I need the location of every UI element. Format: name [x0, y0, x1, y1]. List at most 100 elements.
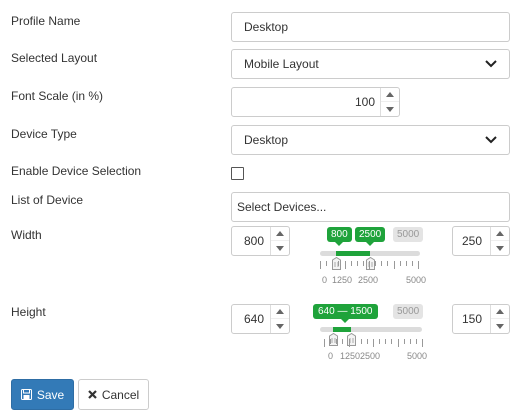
slider-tick — [418, 261, 419, 269]
arrow-up-icon — [496, 231, 504, 236]
list-of-device-input[interactable]: Select Devices... — [231, 192, 510, 222]
selected-layout-value: Mobile Layout — [244, 57, 319, 71]
width-max-tag: 5000 — [393, 227, 424, 242]
height-slider-fill — [333, 327, 351, 332]
slider-tick — [342, 339, 344, 344]
slider-tick — [336, 339, 338, 344]
slider-tick — [409, 339, 411, 344]
chevron-down-icon — [485, 50, 497, 78]
decrement-button[interactable] — [271, 241, 289, 255]
slider-tick — [369, 261, 370, 269]
slider-tick — [415, 339, 417, 344]
slider-tick — [354, 339, 356, 344]
slider-tick — [324, 339, 325, 347]
save-label: Save — [36, 387, 65, 402]
slider-tick — [350, 261, 352, 266]
width-high-tag: 2500 — [355, 227, 386, 246]
slider-tick — [332, 261, 334, 266]
slider-tick — [422, 339, 423, 347]
increment-button[interactable] — [271, 227, 289, 241]
height-max-tag: 5000 — [393, 304, 424, 319]
increment-button[interactable] — [491, 305, 509, 319]
height-scale-label: 5000 — [407, 351, 428, 361]
close-icon — [88, 390, 97, 399]
decrement-button[interactable] — [491, 241, 509, 255]
selected-layout-select[interactable]: Mobile Layout — [231, 49, 510, 79]
width-low-tag: 800 — [327, 227, 352, 246]
slider-tick — [362, 261, 364, 266]
slider-tick — [399, 261, 401, 266]
slider-tick — [330, 339, 332, 344]
device-type-value: Desktop — [244, 133, 289, 147]
width-scale-label: 0 — [322, 275, 328, 285]
height-slider-ticks — [324, 339, 426, 347]
arrow-down-icon — [386, 106, 394, 112]
width-slider-ticks — [320, 261, 420, 269]
slider-tick — [411, 261, 413, 266]
arrow-down-icon — [276, 245, 284, 251]
decrement-button[interactable] — [491, 319, 509, 333]
slider-tick — [360, 339, 362, 344]
slider-tick — [379, 339, 381, 344]
slider-tick — [356, 261, 358, 266]
slider-tick — [338, 261, 340, 266]
slider-tick — [391, 339, 393, 344]
width-max-value: 250 — [462, 234, 483, 248]
width-min-stepper[interactable]: 800 — [231, 226, 290, 256]
cancel-button[interactable]: Cancel — [78, 379, 149, 410]
width-scale-label: 5000 — [406, 275, 427, 285]
height-range-tag: 640 — 1500 — [313, 304, 378, 323]
slider-tick — [320, 261, 321, 269]
profile-name-input[interactable]: Desktop — [231, 12, 510, 42]
device-type-label: Device Type — [11, 127, 77, 141]
chevron-down-icon — [485, 126, 497, 154]
decrement-button[interactable] — [271, 319, 289, 333]
arrow-down-icon — [276, 323, 284, 329]
width-slider-track[interactable] — [320, 251, 420, 256]
height-max-value: 150 — [462, 312, 483, 326]
slider-tick — [326, 261, 328, 266]
height-scale-label: 1250 — [340, 351, 361, 361]
enable-device-selection-label: Enable Device Selection — [11, 164, 142, 178]
width-slider-fill — [336, 251, 370, 256]
slider-tick — [373, 339, 374, 347]
increment-button[interactable] — [271, 305, 289, 319]
height-min-stepper[interactable]: 640 — [231, 304, 290, 334]
floppy-disk-icon — [20, 389, 32, 400]
decrement-button[interactable] — [381, 102, 399, 116]
arrow-down-icon — [496, 245, 504, 251]
slider-tick — [348, 339, 350, 347]
font-scale-stepper[interactable]: 100 — [231, 87, 400, 117]
increment-button[interactable] — [381, 88, 399, 102]
arrow-down-icon — [496, 323, 504, 329]
width-label: Width — [11, 228, 42, 242]
width-min-value: 800 — [244, 234, 265, 248]
arrow-up-icon — [386, 92, 394, 97]
width-range-slider[interactable]: 800 2500 5000 0 1250 2500 5000 — [320, 226, 427, 286]
slider-tick — [375, 261, 377, 266]
width-scale-label: 2500 — [358, 275, 379, 285]
profile-name-label: Profile Name — [11, 14, 81, 28]
height-scale-label: 0 — [328, 351, 334, 361]
enable-device-selection-checkbox[interactable] — [231, 167, 244, 180]
height-min-value: 640 — [244, 312, 265, 326]
cancel-label: Cancel — [101, 387, 140, 402]
font-scale-label: Font Scale (in %) — [11, 89, 104, 103]
arrow-up-icon — [276, 231, 284, 236]
slider-tick — [344, 261, 346, 269]
width-max-stepper[interactable]: 250 — [452, 226, 510, 256]
increment-button[interactable] — [491, 227, 509, 241]
height-scale-label: 2500 — [360, 351, 381, 361]
font-scale-value: 100 — [354, 95, 375, 109]
slider-tick — [403, 339, 405, 344]
height-range-slider[interactable]: 640 — 1500 5000 0 1250 2500 5000 — [313, 303, 430, 363]
arrow-up-icon — [276, 309, 284, 314]
slider-tick — [405, 261, 407, 266]
slider-tick — [397, 339, 399, 347]
height-max-stepper[interactable]: 150 — [452, 304, 510, 334]
device-type-select[interactable]: Desktop — [231, 125, 510, 155]
slider-tick — [387, 261, 389, 266]
slider-tick — [393, 261, 395, 269]
width-scale-label: 1250 — [332, 275, 353, 285]
save-button[interactable]: Save — [11, 379, 74, 410]
